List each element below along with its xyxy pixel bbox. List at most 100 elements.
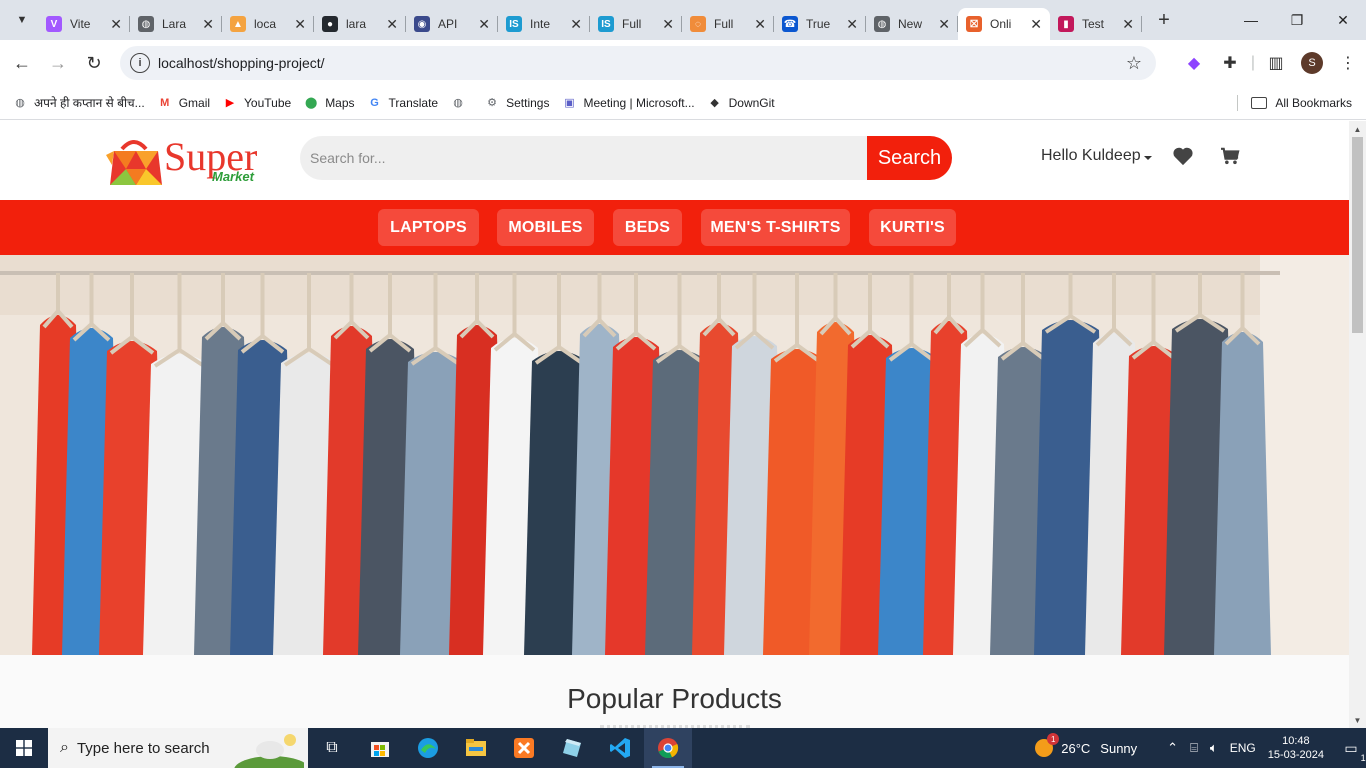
cart-icon[interactable] <box>1220 147 1240 165</box>
taskbar-app-notes[interactable] <box>548 728 596 768</box>
address-url[interactable]: localhost/shopping-project/ <box>158 55 325 71</box>
hero-banner-image <box>0 255 1349 655</box>
plus-icon: + <box>1158 8 1170 31</box>
notification-center-button[interactable]: ▭ 1 <box>1336 728 1366 768</box>
tab-close-icon[interactable]: ✕ <box>846 16 858 33</box>
search-button[interactable]: Search <box>867 136 952 180</box>
taskbar-app-vscode[interactable] <box>596 728 644 768</box>
site-info-icon[interactable]: i <box>130 53 150 73</box>
tab-title: Inte <box>530 17 551 31</box>
bookmark-item[interactable]: ⚙ Settings <box>484 95 549 111</box>
bookmark-label: अपने ही कप्तान से बीच... <box>34 96 145 110</box>
new-tab-button[interactable]: + <box>1150 6 1178 34</box>
tab-close-icon[interactable]: ✕ <box>478 16 490 33</box>
browser-tab[interactable]: ◍ New ✕ <box>866 8 958 40</box>
tab-close-icon[interactable]: ✕ <box>386 16 398 33</box>
bookmark-star-icon[interactable]: ☆ <box>1126 53 1142 74</box>
browser-tab[interactable]: IS Inte ✕ <box>498 8 590 40</box>
task-view-button[interactable]: ⧉ <box>308 728 356 768</box>
taskbar-app-store[interactable] <box>356 728 404 768</box>
chevron-up-icon[interactable]: ⌃ <box>1167 740 1178 756</box>
web-page: Super Market Search Hello Kuldeep LAPTOP… <box>0 121 1349 728</box>
tab-title: Full <box>622 17 642 31</box>
category-beds[interactable]: BEDS <box>613 209 682 246</box>
wishlist-heart-icon[interactable] <box>1172 146 1194 166</box>
bookmark-item[interactable]: ⬤ Maps <box>303 95 355 111</box>
scroll-down-arrow-icon[interactable]: ▼ <box>1349 712 1366 728</box>
scroll-up-arrow-icon[interactable]: ▲ <box>1349 121 1366 137</box>
microsoft-store-icon <box>371 742 389 757</box>
category-kurtis[interactable]: KURTI'S <box>869 209 956 246</box>
window-controls: — ❐ ✕ <box>1228 0 1366 40</box>
search-input[interactable] <box>300 136 868 180</box>
browser-tab[interactable]: ◍ Lara ✕ <box>130 8 222 40</box>
notification-icon: ▭ 1 <box>1344 739 1366 763</box>
network-icon[interactable]: ⌸ <box>1190 740 1198 756</box>
tab-close-icon[interactable]: ✕ <box>1122 16 1134 33</box>
browser-tab[interactable]: V Vite ✕ <box>38 8 130 40</box>
browser-tab[interactable]: ◌ Full ✕ <box>682 8 774 40</box>
tab-title: Lara <box>162 17 187 31</box>
bookmark-item[interactable]: M Gmail <box>157 95 210 111</box>
tab-favicon-icon: ⛝ <box>966 16 982 32</box>
language-indicator[interactable]: ENG <box>1230 741 1256 755</box>
user-dropdown[interactable]: Hello Kuldeep <box>1041 147 1152 165</box>
page-scrollbar[interactable]: ▲ ▼ <box>1349 121 1366 728</box>
bookmark-item[interactable]: G Translate <box>367 95 438 111</box>
close-window-button[interactable]: ✕ <box>1320 0 1366 40</box>
tab-close-icon[interactable]: ✕ <box>1030 16 1042 33</box>
bookmark-label: YouTube <box>244 95 292 110</box>
extension-drop-icon[interactable]: ◆ <box>1176 45 1212 81</box>
tab-close-icon[interactable]: ✕ <box>202 16 214 33</box>
bookmark-item[interactable]: ◆ DownGit <box>707 95 774 111</box>
tab-close-icon[interactable]: ✕ <box>938 16 950 33</box>
category-laptops[interactable]: LAPTOPS <box>378 209 479 246</box>
extensions-puzzle-icon[interactable]: ✚ <box>1212 45 1248 81</box>
start-button[interactable] <box>0 728 48 768</box>
browser-tab[interactable]: ⛝ Onli ✕ <box>958 8 1050 40</box>
reload-button[interactable]: ↻ <box>76 45 112 81</box>
folder-icon <box>1251 96 1268 109</box>
side-panel-icon[interactable]: ▥ <box>1258 45 1294 81</box>
site-logo[interactable]: Super Market <box>106 135 272 187</box>
profile-avatar[interactable]: S <box>1301 52 1323 74</box>
forward-button[interactable]: → <box>40 45 76 81</box>
bookmark-item[interactable]: ◍ अपने ही कप्तान से बीच... <box>12 94 145 111</box>
taskbar-app-xampp[interactable] <box>500 728 548 768</box>
tab-title: loca <box>254 17 277 31</box>
browser-tab[interactable]: ☎ True ✕ <box>774 8 866 40</box>
file-explorer-icon <box>466 739 486 756</box>
scrollbar-thumb[interactable] <box>1352 137 1363 333</box>
tab-close-icon[interactable]: ✕ <box>662 16 674 33</box>
browser-tab[interactable]: ● lara ✕ <box>314 8 406 40</box>
bookmark-item[interactable]: ◍ <box>450 95 472 111</box>
taskbar-app-chrome[interactable] <box>644 728 692 768</box>
taskbar-app-explorer[interactable] <box>452 728 500 768</box>
restore-button[interactable]: ❐ <box>1274 0 1320 40</box>
tab-close-icon[interactable]: ✕ <box>110 16 122 33</box>
bookmark-item[interactable]: ▣ Meeting | Microsoft... <box>561 95 694 111</box>
bookmark-item[interactable]: ▶ YouTube <box>222 95 291 111</box>
volume-icon[interactable]: 🔈︎ <box>1210 740 1218 756</box>
weather-widget[interactable]: 1 26°C Sunny <box>1035 733 1137 757</box>
taskbar-app-edge[interactable] <box>404 728 452 768</box>
tab-close-icon[interactable]: ✕ <box>754 16 766 33</box>
clock[interactable]: 10:48 15-03-2024 <box>1268 734 1324 762</box>
more-menu-icon[interactable]: ⋮ <box>1330 45 1366 81</box>
address-bar[interactable]: i localhost/shopping-project/ ☆ <box>120 46 1156 80</box>
tab-title: True <box>806 17 831 31</box>
tab-close-icon[interactable]: ✕ <box>570 16 582 33</box>
category-mens-tshirts[interactable]: MEN'S T-SHIRTS <box>701 209 850 246</box>
minimize-button[interactable]: — <box>1228 0 1274 40</box>
browser-tab[interactable]: ▲ loca ✕ <box>222 8 314 40</box>
all-bookmarks-button[interactable]: All Bookmarks <box>1251 96 1352 110</box>
browser-tab[interactable]: ▮ Test ✕ <box>1050 8 1142 40</box>
browser-tab[interactable]: ◉ API ✕ <box>406 8 498 40</box>
tab-close-icon[interactable]: ✕ <box>294 16 306 33</box>
tab-search-button[interactable]: ▼ <box>6 6 38 34</box>
back-button[interactable]: ← <box>4 45 40 81</box>
category-mobiles[interactable]: MOBILES <box>497 209 594 246</box>
sun-weather-icon: 1 <box>1035 733 1060 757</box>
browser-tab[interactable]: IS Full ✕ <box>590 8 682 40</box>
taskbar-search-box[interactable]: ⌕ Type here to search <box>48 728 308 768</box>
